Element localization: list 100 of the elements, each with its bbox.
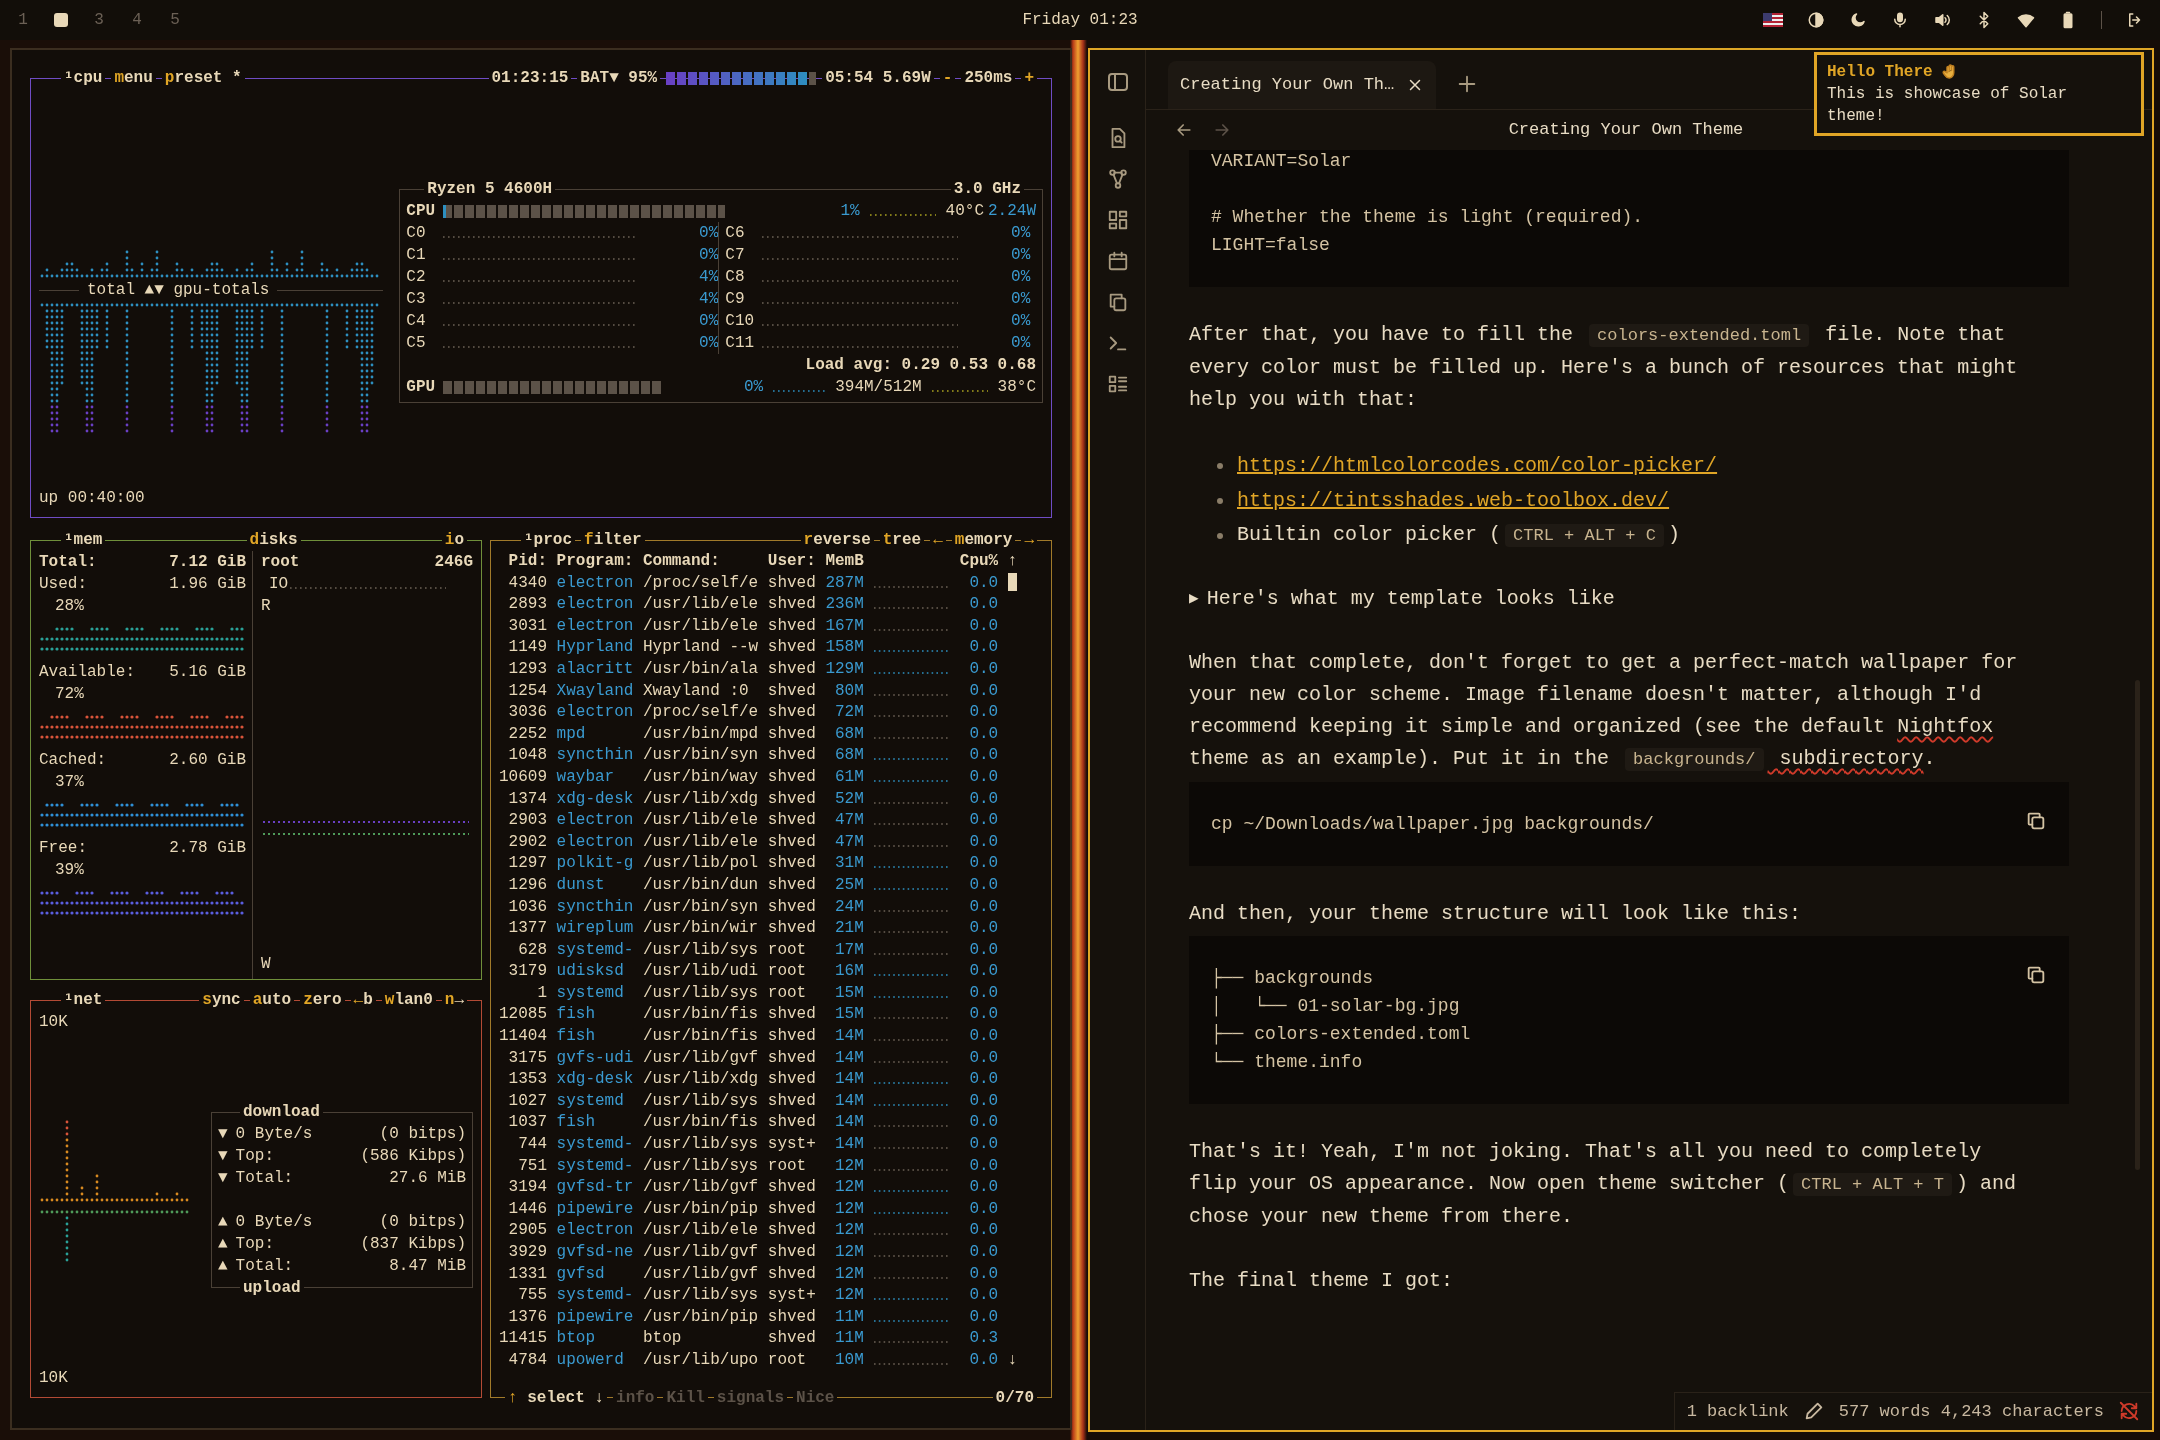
- list-icon[interactable]: [1106, 373, 1129, 395]
- scrollbar-thumb[interactable]: [1007, 573, 1017, 592]
- io-label: IO: [269, 574, 289, 595]
- table-cell-text: 3031: [507, 615, 547, 637]
- table-cell-text: 2902: [507, 831, 547, 853]
- table-cell-text: 0.0: [968, 1263, 999, 1285]
- wifi-icon[interactable]: [2017, 11, 2035, 29]
- rate-value: (0 bitps): [379, 1124, 466, 1145]
- rate-value: 8.47 MiB: [389, 1256, 466, 1277]
- sidebar-toggle-icon[interactable]: [1105, 70, 1130, 94]
- table-cell-text: 12M: [834, 1177, 864, 1199]
- table-cell: 236M: [825, 594, 864, 616]
- notification-title: Hello There: [1827, 62, 1933, 83]
- column-header[interactable]: User:: [767, 551, 816, 573]
- table-cell-text: /usr/lib/sys: [643, 982, 759, 1004]
- table-cell-text: shved: [767, 788, 816, 810]
- contrast-icon[interactable]: [1807, 11, 1825, 29]
- table-cell-text: 2252: [507, 723, 547, 745]
- code-line: LIGHT=false: [1211, 235, 1330, 255]
- table-cell-text: 0.0: [968, 918, 999, 940]
- table-cell-text: 14M: [834, 1026, 864, 1048]
- volume-icon[interactable]: [1933, 11, 1951, 29]
- calendar-icon[interactable]: [1106, 250, 1129, 272]
- code-line: VARIANT=Solar: [1211, 151, 1352, 171]
- table-cell-text: 15M: [834, 1004, 864, 1026]
- table-cell-text: 755: [517, 1285, 547, 1307]
- column-header[interactable]: MemB: [825, 551, 864, 573]
- memory-value: 2.78 GiB: [169, 838, 246, 859]
- table-cell-text: 14M: [834, 1134, 864, 1156]
- clock-text: Friday 01:23: [1022, 10, 1138, 31]
- table-cell-text: electron: [556, 572, 634, 594]
- copy-icon[interactable]: [2025, 964, 2047, 986]
- table-cell: electron: [556, 594, 634, 616]
- table-cell-text: 0.0: [968, 961, 999, 983]
- table-cell: systemd-: [556, 1285, 634, 1307]
- core-label: C10: [725, 311, 756, 332]
- memory-value: 2.60 GiB: [169, 750, 246, 771]
- memory-percent: 28%: [55, 597, 84, 615]
- table-cell-text: root: [767, 1155, 808, 1177]
- table-cell-text: 1254: [507, 680, 547, 702]
- table-cell-text: electron: [556, 615, 634, 637]
- direction-marker: ▲: [218, 1212, 228, 1233]
- sort-indicator[interactable]: ↑: [1007, 551, 1018, 573]
- table-cell-text: 0.3: [968, 1328, 999, 1350]
- tab[interactable]: Creating Your Own Th…: [1168, 61, 1437, 109]
- table-cell-text: 14M: [834, 1047, 864, 1069]
- table-cell-text: 0.0: [968, 745, 999, 767]
- table-cell-text: 0.0: [968, 1069, 999, 1091]
- table-cell: 11404: [499, 1026, 547, 1048]
- core-label: C9: [725, 289, 746, 310]
- scroll-indicator[interactable]: ↓: [1007, 1349, 1018, 1372]
- table-cell-text: 0.0: [968, 1306, 999, 1328]
- microphone-icon[interactable]: [1891, 11, 1909, 29]
- graph-icon[interactable]: [1106, 168, 1129, 190]
- table-cell-text: 12M: [834, 1155, 864, 1177]
- link[interactable]: https://tintsshades.web-toolbox.dev/: [1237, 484, 1670, 517]
- square-icon: [54, 13, 68, 27]
- column-header[interactable]: Pid:: [499, 551, 547, 573]
- moon-icon[interactable]: [1849, 11, 1867, 29]
- direction-marker: ▼: [218, 1168, 228, 1189]
- table-cell-text: shved: [767, 1242, 816, 1263]
- copy-icon[interactable]: [2025, 810, 2047, 832]
- grid-icon[interactable]: [1106, 209, 1129, 231]
- details-summary[interactable]: Here's what my template looks like: [1206, 583, 1615, 615]
- table-cell: shved: [767, 853, 816, 875]
- table-cell-text: 12M: [834, 1198, 864, 1220]
- column-header[interactable]: Cpu%: [959, 551, 999, 573]
- paragraph: After that, you have to fill the colors-extended.toml file. Note that every color must be filled up. Here's a bunch of resources that might help you with that:: [1189, 322, 2019, 413]
- table-cell-text: pipewire: [556, 1306, 634, 1328]
- table-cell-text: /usr/bin/way: [643, 766, 759, 788]
- write-label: W: [261, 955, 271, 973]
- column-header[interactable]: Program:: [556, 551, 634, 573]
- table-cell: polkit-g: [556, 853, 634, 875]
- link[interactable]: https://htmlcolorcodes.com/color-picker/: [1237, 449, 1718, 482]
- column-header[interactable]: Command:: [643, 551, 759, 573]
- backlink-count[interactable]: 1 backlink: [1686, 1398, 1789, 1424]
- table-cell-text: 1296: [507, 874, 547, 896]
- table-cell-text: root: [767, 939, 808, 961]
- core-percent: 0%: [1011, 223, 1031, 244]
- table-cell: shved: [767, 1220, 816, 1242]
- table-cell-text: pipewire: [556, 1198, 634, 1220]
- sync-off-icon[interactable]: [2118, 1400, 2140, 1423]
- table-cell-text: 1374: [507, 788, 547, 810]
- table-cell-text: waybar: [556, 766, 616, 788]
- table-cell-text: /usr/lib/upo: [643, 1349, 759, 1371]
- table-cell-text: 3175: [507, 1047, 547, 1069]
- table-cell-text: 0.0: [968, 1134, 999, 1156]
- table-cell: gvfsd-tr: [556, 1177, 634, 1199]
- direction-marker: ▲: [218, 1256, 228, 1277]
- table-cell-text: shved: [767, 658, 816, 680]
- memory-label: Available:: [39, 662, 135, 683]
- memory-label: Free:: [39, 838, 87, 859]
- word-count: 577 words 4,243 characters: [1838, 1400, 2104, 1423]
- read-label: R: [261, 597, 271, 615]
- table-cell: /usr/lib/ele: [643, 1220, 759, 1242]
- table-cell-text: 1149: [507, 637, 547, 659]
- flag-icon[interactable]: [1763, 13, 1783, 27]
- table-cell-text: /usr/bin/pip: [643, 1198, 759, 1220]
- disclosure-toggle[interactable]: ▶: [1189, 583, 1199, 615]
- table-cell-text: /usr/lib/sys: [643, 1155, 759, 1177]
